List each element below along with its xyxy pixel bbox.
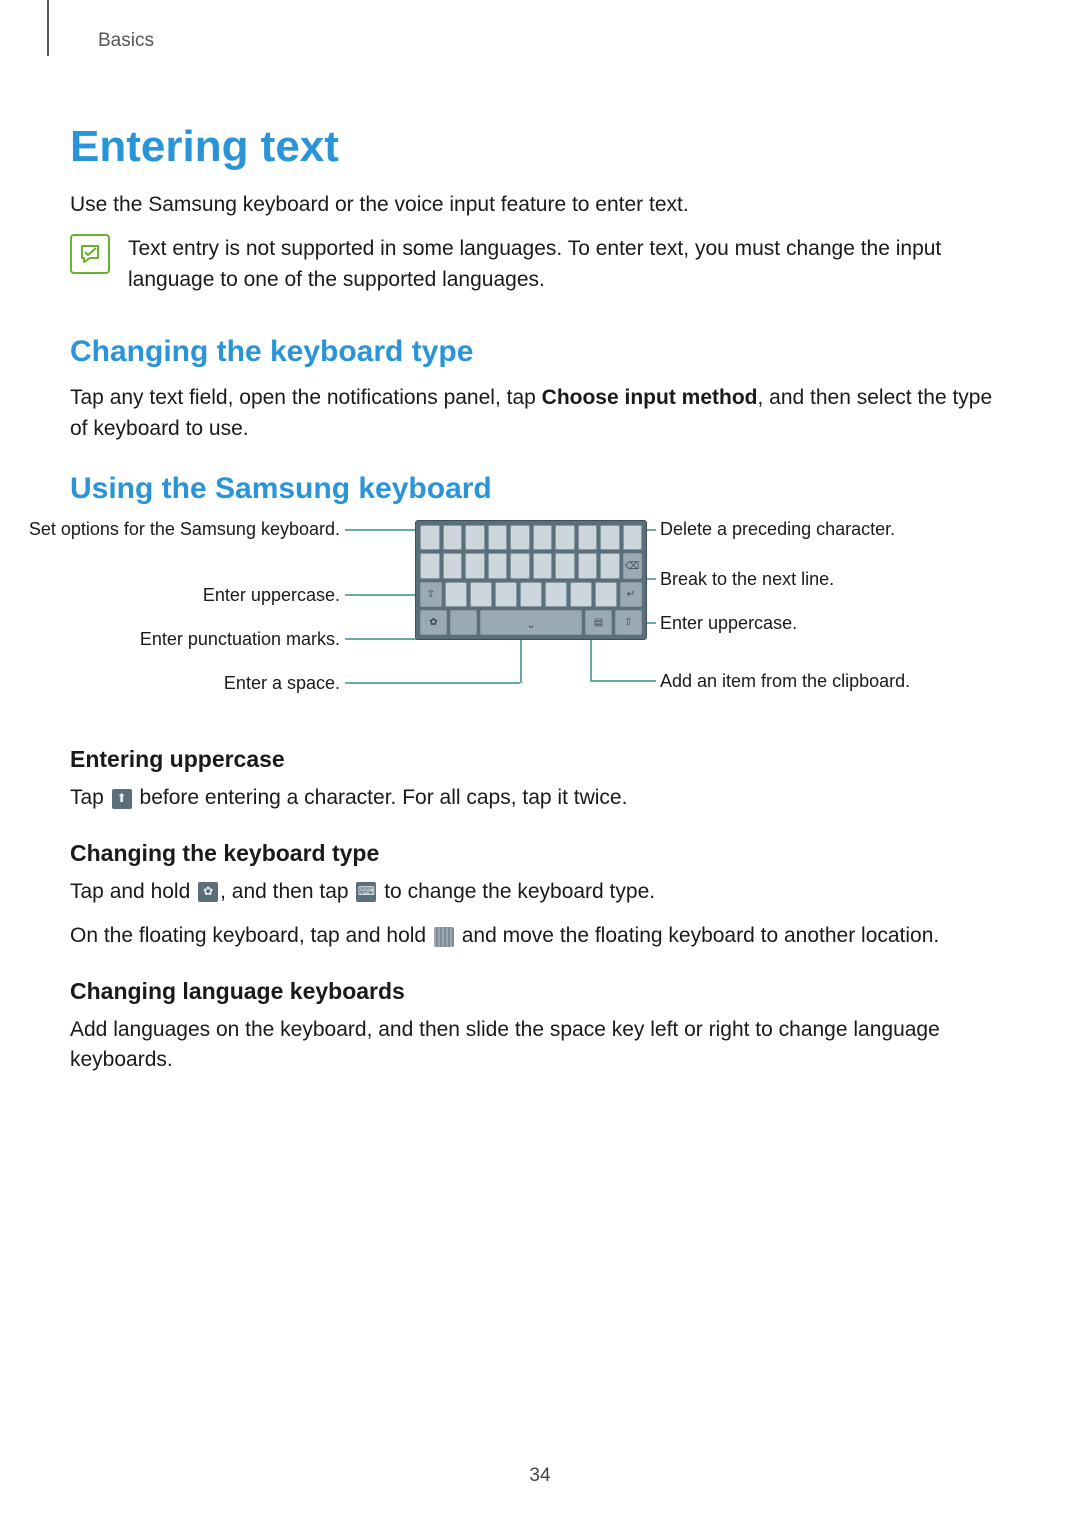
intro-paragraph: Use the Samsung keyboard or the voice in… <box>70 190 1010 220</box>
section-using-samsung-keyboard: Using the Samsung keyboard <box>70 472 1010 506</box>
shift-key-left: ⇧ <box>420 582 442 607</box>
text: to change the keyboard type. <box>378 880 655 903</box>
breadcrumb: Basics <box>98 30 1010 52</box>
changing-language-body: Add languages on the keyboard, and then … <box>70 1015 1010 1076</box>
space-key: ⎵ <box>480 610 582 635</box>
sub-changing-keyboard-type: Changing the keyboard type <box>70 840 1010 867</box>
label-enter-space: Enter a space. <box>224 672 340 695</box>
backspace-key: ⌫ <box>623 553 643 578</box>
shift-key-right: ⇧ <box>615 610 642 635</box>
page-number: 34 <box>0 1465 1080 1487</box>
label-break-line: Break to the next line. <box>660 568 834 591</box>
sub-entering-uppercase: Entering uppercase <box>70 746 1010 773</box>
text: Set options for the Samsung keyboard. <box>29 519 340 539</box>
section-changing-keyboard-type: Changing the keyboard type <box>70 335 1010 369</box>
label-enter-punctuation: Enter punctuation marks. <box>140 628 340 651</box>
vertical-rule <box>47 0 49 56</box>
label-clipboard: Add an item from the clipboard. <box>660 670 910 693</box>
label-set-options: Set options for the Samsung keyboard. <box>29 518 340 541</box>
text: Tap any text field, open the notificatio… <box>70 386 542 409</box>
keyboard-graphic: ⌫ ⇧ ↵ ✿ ⎵ ▤ ⇧ <box>415 520 647 640</box>
page-content: Basics Entering text Use the Samsung key… <box>0 0 1080 1075</box>
note-icon <box>70 234 110 274</box>
text: , and then tap <box>220 880 354 903</box>
settings-key: ✿ <box>420 610 447 635</box>
entering-uppercase-body: Tap ⬆ before entering a character. For a… <box>70 783 1010 813</box>
sub-changing-language: Changing language keyboards <box>70 978 1010 1005</box>
changing-keyboard-type2-p2: On the floating keyboard, tap and hold a… <box>70 921 1010 951</box>
enter-key: ↵ <box>620 582 642 607</box>
label-enter-uppercase-right: Enter uppercase. <box>660 612 797 635</box>
note-text: Text entry is not supported in some lang… <box>128 234 1010 295</box>
text: Tap <box>70 786 110 809</box>
label-enter-uppercase-left: Enter uppercase. <box>203 584 340 607</box>
bold-choose-input: Choose input method <box>542 386 758 409</box>
clipboard-key: ▤ <box>585 610 612 635</box>
note-callout: Text entry is not supported in some lang… <box>70 234 1010 295</box>
drag-handle-icon <box>434 927 454 947</box>
keyboard-icon: ⌨ <box>356 882 376 902</box>
keyboard-diagram: Set options for the Samsung keyboard. En… <box>130 520 950 720</box>
gear-icon: ✿ <box>198 882 218 902</box>
text: and move the floating keyboard to anothe… <box>456 924 939 947</box>
changing-keyboard-type-body: Tap any text field, open the notificatio… <box>70 383 1010 444</box>
text: On the floating keyboard, tap and hold <box>70 924 432 947</box>
page-title: Entering text <box>70 122 1010 172</box>
label-delete: Delete a preceding character. <box>660 518 895 541</box>
changing-keyboard-type2-p1: Tap and hold ✿, and then tap ⌨ to change… <box>70 877 1010 907</box>
sym-key <box>450 610 477 635</box>
shift-icon: ⬆ <box>112 789 132 809</box>
text: before entering a character. For all cap… <box>134 786 628 809</box>
text: Tap and hold <box>70 880 196 903</box>
